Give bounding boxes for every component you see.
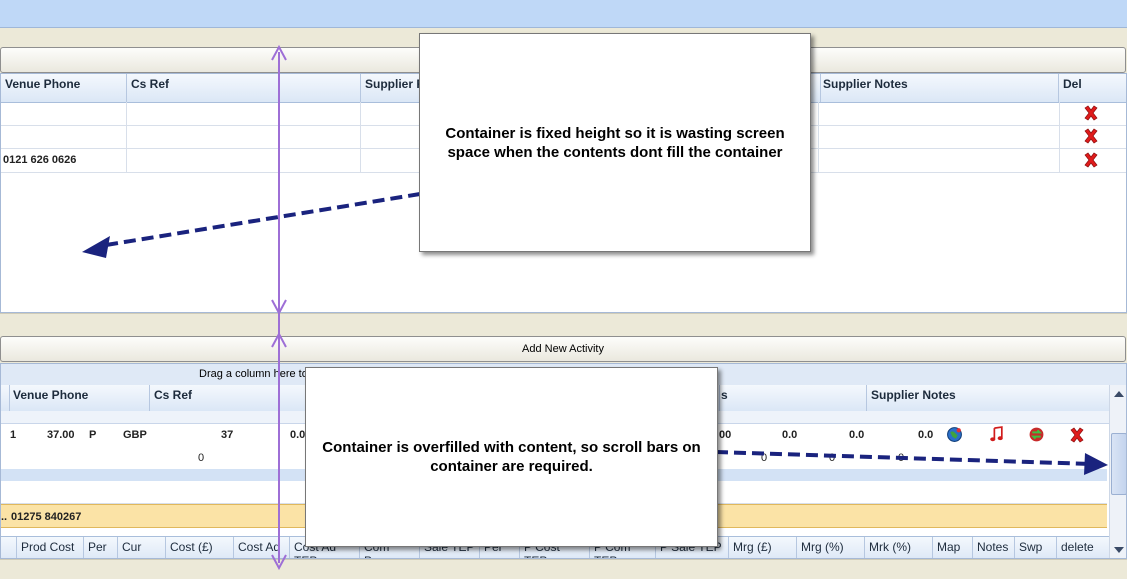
arrowhead-right-icon [1084, 453, 1108, 475]
callout-fixed-height: Container is fixed height so it is wasti… [419, 33, 811, 252]
dashed-arrow-empty-space [99, 192, 421, 248]
callout-overfilled: Container is overfilled with content, so… [305, 367, 718, 547]
dashed-arrow-scrollbar [715, 450, 1093, 466]
arrowhead-left-icon [82, 236, 110, 258]
callout-text: Container is overfilled with content, so… [322, 439, 701, 475]
callout-text: Container is fixed height so it is wasti… [445, 125, 785, 161]
